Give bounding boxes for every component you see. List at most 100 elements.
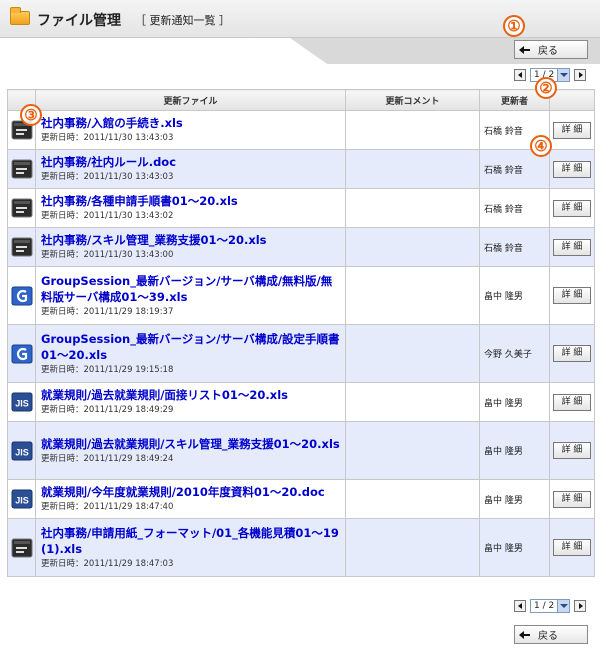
action-cell: 詳 細: [549, 227, 595, 267]
prev-page-icon[interactable]: [514, 69, 526, 81]
detail-button[interactable]: 詳 細: [553, 238, 591, 256]
comment-cell: [345, 421, 480, 480]
action-cell: 詳 細: [549, 382, 595, 422]
table-header-row: 更新ファイル 更新コメント 更新者: [7, 89, 595, 111]
table-row: 社内事務/社内ルール.doc 更新日時：2011/11/30 13:43:03 石橋…: [7, 149, 595, 189]
column-header-file: 更新ファイル: [35, 89, 346, 111]
file-icon-cell: [7, 227, 36, 267]
file-cell: 社内事務/社内ルール.doc 更新日時：2011/11/30 13:43:03: [35, 149, 346, 189]
page-select[interactable]: 1 / 2: [530, 599, 570, 613]
table-row: JIS 就業規則/今年度就業規則/2010年度資料01～20.doc 更新日時：20…: [7, 479, 595, 519]
file-name-link[interactable]: 社内事務/社内ルール.doc: [41, 154, 341, 170]
prev-page-icon[interactable]: [514, 600, 526, 612]
file-cell: 社内事務/各種申請手順書01～20.xls 更新日時：2011/11/30 13:…: [35, 188, 346, 228]
update-date: 更新日時：2011/11/30 13:43:03: [41, 133, 174, 143]
action-cell: 詳 細: [549, 149, 595, 189]
action-cell: 詳 細: [549, 188, 595, 228]
table-row: GroupSession_最新バージョン/サーバ構成/設定手順書01～20.xl…: [7, 324, 595, 383]
file-cell: GroupSession_最新バージョン/サーバ構成/無料版/無料版サーバ構成0…: [35, 266, 346, 325]
update-date: 更新日時：2011/11/30 13:43:03: [41, 172, 174, 182]
folder-icon: [10, 7, 30, 25]
update-date: 更新日時：2011/11/29 18:49:24: [41, 453, 174, 464]
table-row: 社内事務/申請用紙_フォーマット/01_各機能見積01～19 (1).xls 更新…: [7, 518, 595, 577]
table-row: JIS 就業規則/過去就業規則/面接リスト01～20.xls 更新日時：2011/1…: [7, 382, 595, 422]
file-cell: 就業規則/過去就業規則/面接リスト01～20.xls 更新日時：2011/11/2…: [35, 382, 346, 422]
callout-marker-2: ②: [535, 77, 557, 99]
file-cell: GroupSession_最新バージョン/サーバ構成/設定手順書01～20.xl…: [35, 324, 346, 383]
file-name-link[interactable]: 社内事務/スキル管理_業務支援01～20.xls: [41, 232, 341, 248]
file-name-link[interactable]: 就業規則/過去就業規則/スキル管理_業務支援01～20.xls: [41, 436, 341, 452]
file-name-link[interactable]: 就業規則/過去就業規則/面接リスト01～20.xls: [41, 387, 341, 403]
file-cell: 就業規則/過去就業規則/スキル管理_業務支援01～20.xls 更新日時：2011…: [35, 421, 346, 480]
file-icon-cell: JIS: [7, 421, 36, 480]
pager-bottom: 1 / 2: [514, 599, 586, 613]
comment-cell: [345, 518, 480, 577]
comment-cell: [345, 110, 480, 150]
updater-cell: 畠中 隆男: [479, 266, 550, 325]
file-cell: 社内事務/スキル管理_業務支援01～20.xls 更新日時：2011/11/30 …: [35, 227, 346, 267]
file-name-link[interactable]: GroupSession_最新バージョン/サーバ構成/無料版/無料版サーバ構成0…: [41, 273, 341, 305]
update-date: 更新日時：2011/11/29 19:15:18: [41, 364, 174, 375]
comment-cell: [345, 149, 480, 189]
page-title: ファイル管理: [37, 13, 121, 29]
callout-marker-1: ①: [503, 15, 525, 37]
groupsession-file-icon: [11, 285, 33, 307]
svg-text:JIS: JIS: [15, 447, 29, 457]
detail-button[interactable]: 詳 細: [553, 490, 591, 508]
svg-text:JIS: JIS: [15, 496, 29, 506]
file-name-link[interactable]: 社内事務/各種申請手順書01～20.xls: [41, 193, 341, 209]
file-icon-cell: JIS: [7, 382, 36, 422]
detail-button[interactable]: 詳 細: [553, 160, 591, 178]
update-date: 更新日時：2011/11/29 18:19:37: [41, 306, 174, 317]
detail-button[interactable]: 詳 細: [553, 287, 591, 304]
file-name-link[interactable]: GroupSession_最新バージョン/サーバ構成/設定手順書01～20.xl…: [41, 331, 341, 363]
updater-cell: 石橋 鈴音: [479, 188, 550, 228]
next-page-icon[interactable]: [574, 600, 586, 612]
updater-cell: 石橋 鈴音: [479, 227, 550, 267]
back-arrow-icon: [519, 630, 530, 639]
table-row: 社内事務/各種申請手順書01～20.xls 更新日時：2011/11/30 13:…: [7, 188, 595, 228]
update-date: 更新日時：2011/11/29 18:47:40: [41, 502, 174, 512]
file-icon-cell: [7, 518, 36, 577]
terminal-file-icon: [11, 197, 33, 219]
table-row: 社内事務/入館の手続き.xls 更新日時：2011/11/30 13:43:03 石…: [7, 110, 595, 150]
detail-button[interactable]: 詳 細: [553, 199, 591, 217]
comment-cell: [345, 266, 480, 325]
detail-button[interactable]: 詳 細: [553, 121, 591, 139]
svg-text:JIS: JIS: [15, 399, 29, 409]
detail-button[interactable]: 詳 細: [553, 393, 591, 411]
comment-cell: [345, 382, 480, 422]
file-name-link[interactable]: 就業規則/今年度就業規則/2010年度資料01～20.doc: [41, 484, 341, 500]
update-date: 更新日時：2011/11/30 13:43:00: [41, 250, 174, 260]
next-page-icon[interactable]: [574, 69, 586, 81]
file-icon-cell: [7, 188, 36, 228]
file-cell: 社内事務/入館の手続き.xls 更新日時：2011/11/30 13:43:03: [35, 110, 346, 150]
file-cell: 就業規則/今年度就業規則/2010年度資料01～20.doc 更新日時：2011/…: [35, 479, 346, 519]
action-cell: 詳 細: [549, 110, 595, 150]
back-button-bottom[interactable]: 戻る: [514, 625, 588, 644]
jis-file-icon: JIS: [11, 488, 33, 510]
detail-button[interactable]: 詳 細: [553, 442, 591, 459]
file-icon-cell: [7, 266, 36, 325]
update-date: 更新日時：2011/11/29 18:47:03: [41, 558, 174, 569]
column-header-comment: 更新コメント: [345, 89, 480, 111]
back-button-top[interactable]: 戻る: [514, 40, 588, 59]
file-name-link[interactable]: 社内事務/入館の手続き.xls: [41, 115, 341, 131]
page-subtitle: ［ 更新通知一覧 ］: [135, 14, 230, 27]
table-row: 社内事務/スキル管理_業務支援01～20.xls 更新日時：2011/11/30 …: [7, 227, 595, 267]
file-icon-cell: [7, 149, 36, 189]
update-date: 更新日時：2011/11/30 13:43:02: [41, 211, 174, 221]
terminal-file-icon: [11, 236, 33, 258]
chevron-down-icon: [557, 600, 569, 612]
action-cell: 詳 細: [549, 518, 595, 577]
detail-button[interactable]: 詳 細: [553, 539, 591, 556]
jis-file-icon: JIS: [11, 440, 33, 462]
comment-cell: [345, 188, 480, 228]
file-name-link[interactable]: 社内事務/申請用紙_フォーマット/01_各機能見積01～19 (1).xls: [41, 525, 341, 557]
update-date: 更新日時：2011/11/29 18:49:29: [41, 405, 174, 415]
terminal-file-icon: [11, 158, 33, 180]
column-header-action: [549, 89, 595, 111]
detail-button[interactable]: 詳 細: [553, 345, 591, 362]
updater-cell: 今野 久美子: [479, 324, 550, 383]
file-cell: 社内事務/申請用紙_フォーマット/01_各機能見積01～19 (1).xls 更新…: [35, 518, 346, 577]
